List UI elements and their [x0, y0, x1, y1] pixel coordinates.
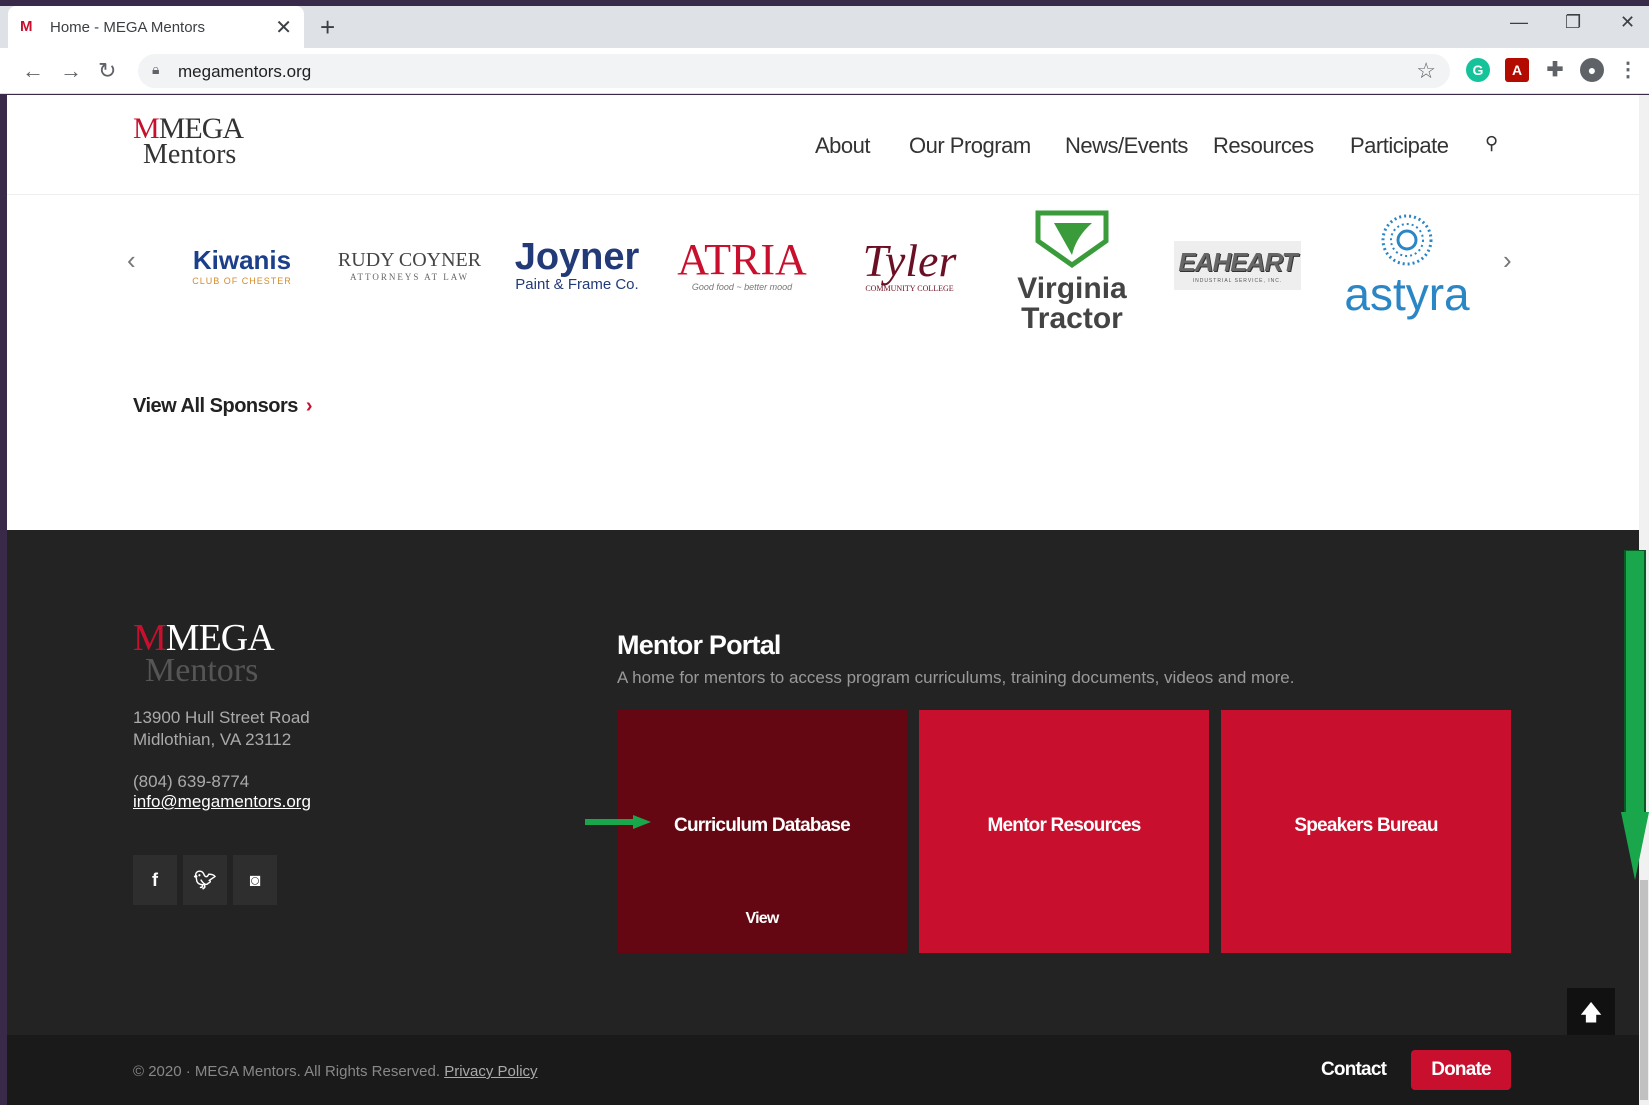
- tile-title: Curriculum Database: [674, 815, 851, 836]
- site-logo[interactable]: MMEGA Mentors: [133, 114, 244, 175]
- restore-icon[interactable]: ❐: [1565, 12, 1581, 33]
- tab-title: Home - MEGA Mentors: [50, 18, 206, 36]
- sponsor-sub: Tractor: [1021, 301, 1123, 335]
- phone-number: (804) 639-8774: [133, 772, 250, 791]
- reload-icon[interactable]: ↻: [98, 58, 116, 84]
- sponsor-sub: INDUSTRIAL SERVICE, INC.: [1192, 277, 1283, 284]
- sponsor-logo-rudy-coyner[interactable]: RUDY COYNER ATTORNEYS AT LAW: [332, 205, 487, 325]
- url-text: megamentors.org: [178, 62, 312, 81]
- sponsor-name: EAHEART: [1178, 246, 1297, 277]
- scrollbar-thumb[interactable]: [1640, 880, 1648, 1100]
- facebook-icon[interactable]: f: [133, 855, 177, 905]
- sponsor-logo-atria[interactable]: ATRIA Good food ~ better mood: [667, 205, 817, 325]
- email-link[interactable]: info@megamentors.org: [133, 792, 311, 812]
- new-tab-button[interactable]: +: [320, 12, 335, 43]
- twitter-icon[interactable]: 🐦︎: [183, 855, 227, 905]
- site-header: MMEGA Mentors About Our Program News/Eve…: [7, 95, 1639, 195]
- tile-title: Mentor Resources: [987, 815, 1142, 836]
- privacy-policy-link[interactable]: Privacy Policy: [444, 1063, 537, 1080]
- contact-link[interactable]: Contact: [1321, 1059, 1387, 1081]
- search-icon[interactable]: ⚲: [1485, 133, 1498, 154]
- mentor-portal-title: Mentor Portal: [617, 630, 781, 660]
- lock-icon: 🔒︎: [152, 61, 160, 77]
- address-line-2: Midlothian, VA 23112: [133, 730, 292, 749]
- carousel-next-icon[interactable]: ›: [1503, 245, 1512, 276]
- sponsor-logo-kiwanis[interactable]: Kiwanis CLUB OF CHESTER: [167, 205, 317, 325]
- web-page: MMEGA Mentors About Our Program News/Eve…: [7, 95, 1639, 1105]
- curriculum-database-tile[interactable]: Curriculum Database View: [617, 710, 907, 953]
- back-to-top-icon[interactable]: 🡅: [1567, 988, 1615, 1038]
- mentor-portal-description: A home for mentors to access program cur…: [617, 668, 1295, 687]
- sponsor-sub: ATTORNEYS AT LAW: [350, 271, 469, 282]
- bookmark-star-icon[interactable]: ☆: [1416, 58, 1436, 84]
- browser-tab[interactable]: M Home - MEGA Mentors ✕: [8, 6, 304, 48]
- sponsor-name: Tyler: [862, 234, 957, 286]
- browser-toolbar: ← → ↻ 🔒︎ megamentors.org ☆ G A ✚ ● ⋮: [0, 48, 1649, 94]
- screen: M Home - MEGA Mentors ✕ + — ❐ ✕ ← → ↻ 🔒︎…: [0, 0, 1649, 1105]
- minimize-icon[interactable]: —: [1510, 12, 1528, 33]
- logo-bottom-text: Mentors: [143, 139, 237, 170]
- forward-icon[interactable]: →: [60, 58, 82, 84]
- favicon-icon: M: [20, 18, 33, 35]
- menu-kebab-icon[interactable]: ⋮: [1616, 58, 1640, 82]
- nav-news-events[interactable]: News/Events: [1065, 133, 1188, 159]
- view-all-label: View All Sponsors: [133, 395, 298, 417]
- sponsor-sub: Paint & Frame Co.: [515, 275, 639, 293]
- profile-icon[interactable]: ●: [1580, 58, 1604, 82]
- sponsor-logo-john-tyler[interactable]: Tyler COMMUNITY COLLEGE: [837, 205, 982, 325]
- annotation-down-arrow-icon: [1621, 550, 1649, 880]
- back-icon[interactable]: ←: [22, 58, 44, 84]
- sponsor-logo-astyra[interactable]: astyra: [1332, 203, 1482, 323]
- tractor-leaf-icon: [1035, 210, 1109, 268]
- close-tab-icon[interactable]: ✕: [275, 15, 292, 40]
- view-link[interactable]: View: [617, 910, 907, 928]
- grammarly-icon[interactable]: G: [1466, 58, 1490, 82]
- site-footer: MMEGA Mentors 13900 Hull Street Road Mid…: [7, 530, 1639, 1105]
- donate-button[interactable]: Donate: [1411, 1050, 1511, 1090]
- address-bar[interactable]: 🔒︎ megamentors.org ☆: [138, 54, 1450, 88]
- carousel-prev-icon[interactable]: ‹: [127, 245, 136, 276]
- close-window-icon[interactable]: ✕: [1620, 12, 1635, 33]
- footer-logo-bottom: Mentors: [145, 652, 259, 689]
- nav-participate[interactable]: Participate: [1350, 133, 1449, 159]
- speakers-bureau-tile[interactable]: Speakers Bureau: [1221, 710, 1511, 953]
- copyright: © 2020 · MEGA Mentors. All Rights Reserv…: [133, 1063, 538, 1080]
- view-all-sponsors-link[interactable]: View All Sponsors ›: [133, 395, 313, 418]
- pdf-extension-icon[interactable]: A: [1505, 58, 1529, 82]
- annotation-arrow-icon: [585, 815, 651, 829]
- extensions-icon[interactable]: ✚: [1543, 58, 1567, 82]
- sponsor-name: RUDY COYNER: [337, 248, 482, 271]
- instagram-icon[interactable]: ◙: [233, 855, 277, 905]
- tile-title: Speakers Bureau: [1294, 815, 1438, 836]
- sponsor-name: ATRIA: [677, 235, 807, 284]
- sponsor-sub: CLUB OF CHESTER: [192, 275, 292, 286]
- sponsor-logo-joyner[interactable]: Joyner Paint & Frame Co.: [502, 205, 652, 325]
- sponsor-name: Virginia: [1017, 271, 1127, 305]
- sponsor-name: Kiwanis: [192, 244, 292, 275]
- nav-our-program[interactable]: Our Program: [909, 133, 1031, 159]
- sponsor-name: astyra: [1344, 267, 1470, 320]
- mentor-resources-tile[interactable]: Mentor Resources: [919, 710, 1209, 953]
- address-line-1: 13900 Hull Street Road: [133, 708, 310, 727]
- nav-about[interactable]: About: [815, 133, 871, 159]
- sponsor-sub: COMMUNITY COLLEGE: [865, 283, 954, 293]
- sponsor-logo-virginia-tractor[interactable]: Virginia Tractor: [1007, 200, 1137, 340]
- footer-bottom-bar: © 2020 · MEGA Mentors. All Rights Reserv…: [7, 1035, 1639, 1105]
- sponsor-sub: Good food ~ better mood: [691, 282, 793, 292]
- chevron-right-icon: ›: [305, 395, 313, 417]
- copyright-text: © 2020 · MEGA Mentors. All Rights Reserv…: [133, 1063, 441, 1080]
- nav-resources[interactable]: Resources: [1213, 133, 1314, 159]
- astyra-dots-icon: [1381, 214, 1433, 265]
- sponsor-name: Joyner: [514, 235, 640, 278]
- sponsor-logo-eaheart[interactable]: EAHEART INDUSTRIAL SERVICE, INC.: [1165, 205, 1310, 325]
- tab-strip: M Home - MEGA Mentors ✕ + — ❐ ✕: [0, 6, 1649, 48]
- footer-logo[interactable]: MMEGA Mentors: [133, 619, 275, 689]
